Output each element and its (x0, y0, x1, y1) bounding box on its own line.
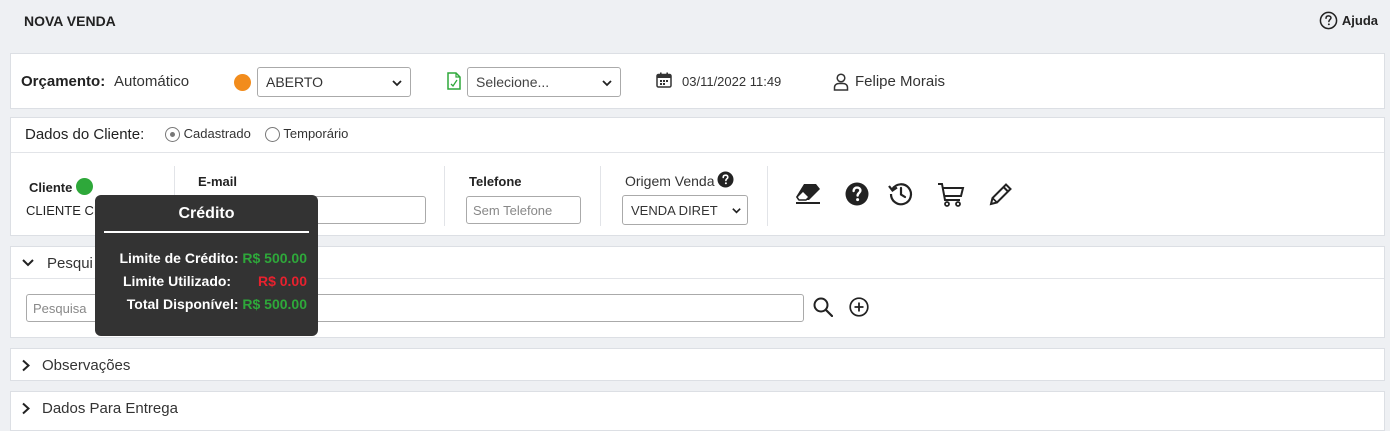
credit-available-label: Total Disponível: (126, 296, 239, 312)
origin-select[interactable]: VENDA DIRET (622, 195, 748, 225)
origin-label: Origem Venda (625, 173, 715, 189)
budget-label: Orçamento: (21, 73, 106, 90)
delivery-section[interactable]: Dados Para Entrega (10, 391, 1385, 431)
page-title: NOVA VENDA (24, 13, 116, 29)
radio-temporary-label: Temporário (283, 126, 349, 141)
divider (767, 166, 768, 226)
chevron-down-icon (392, 80, 402, 87)
credit-tooltip: Crédito Limite de Crédito: R$ 500.00 Lim… (95, 195, 318, 336)
top-bar: NOVA VENDA Ajuda (0, 0, 1390, 44)
delivery-section-title: Dados Para Entrega (42, 400, 178, 417)
credit-available-value: R$ 500.00 (242, 296, 307, 312)
user-name: Felipe Morais (855, 73, 946, 90)
radio-temporary[interactable]: Temporário (265, 126, 349, 143)
budget-panel: Orçamento: Automático ABERTO Selecione..… (10, 53, 1385, 109)
search-icon[interactable] (813, 297, 833, 317)
history-icon[interactable] (888, 181, 914, 207)
credit-used-value: R$ 0.00 (257, 273, 307, 289)
origin-select-value: VENDA DIRET (631, 202, 718, 218)
notes-section-title: Observações (42, 357, 131, 374)
calendar-icon (656, 72, 672, 88)
status-select-value: ABERTO (266, 74, 324, 90)
client-status-dot[interactable] (76, 178, 93, 195)
budget-value: Automático (114, 73, 190, 90)
credit-available-row: Total Disponível: R$ 500.00 (95, 296, 307, 312)
radio-temporary-indicator[interactable] (265, 127, 280, 143)
client-divider (11, 152, 1384, 153)
status-select[interactable]: ABERTO (257, 67, 411, 97)
credit-tooltip-title: Crédito (178, 205, 235, 222)
document-select-value: Selecione... (476, 74, 550, 90)
question-circle-icon (1319, 11, 1338, 30)
divider (444, 166, 445, 226)
email-input[interactable] (311, 196, 426, 224)
product-search-placeholder: Pesquisa (33, 300, 87, 316)
phone-placeholder: Sem Telefone (473, 202, 553, 218)
radio-registered-indicator[interactable] (165, 127, 180, 143)
chevron-right-icon (22, 359, 30, 372)
chevron-right-icon (22, 402, 30, 415)
question-circle-icon[interactable] (717, 171, 734, 188)
document-select[interactable]: Selecione... (467, 67, 621, 97)
credit-used-label: Limite Utilizado: (122, 273, 232, 289)
eraser-icon[interactable] (795, 181, 821, 205)
help-label: Ajuda (1341, 13, 1378, 28)
credit-limit-row: Limite de Crédito: R$ 500.00 (95, 250, 307, 266)
email-label: E-mail (198, 174, 238, 189)
client-name: CLIENTE CL (26, 203, 102, 218)
question-circle-icon[interactable] (845, 182, 869, 206)
document-icon (447, 72, 461, 90)
divider (600, 166, 601, 226)
credit-limit-label: Limite de Crédito: (119, 250, 239, 266)
user-icon (833, 73, 849, 91)
credit-tooltip-divider (104, 231, 309, 233)
credit-used-row: Limite Utilizado: R$ 0.00 (95, 273, 307, 289)
chevron-down-icon (22, 259, 34, 267)
radio-registered[interactable]: Cadastrado (165, 126, 251, 143)
help-link[interactable]: Ajuda (1319, 11, 1378, 30)
client-label: Cliente (29, 180, 73, 195)
chevron-down-icon (732, 208, 741, 214)
pencil-icon[interactable] (988, 181, 1014, 207)
credit-limit-value: R$ 500.00 (242, 250, 307, 266)
cart-icon[interactable] (937, 182, 965, 208)
phone-input[interactable]: Sem Telefone (466, 196, 581, 224)
chevron-down-icon (602, 80, 612, 87)
search-section-title: Pesqui (47, 255, 93, 272)
client-data-label: Dados do Cliente: (25, 126, 145, 143)
add-circle-icon[interactable] (849, 297, 869, 317)
notes-section[interactable]: Observações (10, 348, 1385, 381)
radio-registered-label: Cadastrado (183, 126, 251, 141)
phone-label: Telefone (469, 174, 522, 189)
budget-datetime: 03/11/2022 11:49 (682, 74, 782, 89)
status-dot (234, 74, 251, 91)
